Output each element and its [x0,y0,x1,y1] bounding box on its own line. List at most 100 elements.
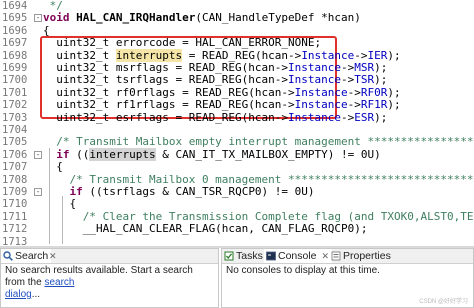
code-token: interrupts [89,147,156,161]
code-token: Instance [294,85,348,99]
code-token: IER [367,48,388,62]
tab-search-label: Search [15,250,49,262]
code-token: RF0R [360,85,388,99]
code-token: void [43,11,70,25]
code-token: uint32_t esrflags = READ_REG(hcan-> [43,110,289,124]
code-line[interactable]: 1713 [0,236,474,246]
fold-toggle-icon[interactable]: - [34,188,42,196]
fold-toggle-icon[interactable]: - [34,14,42,23]
code-line[interactable]: 1712 __HAL_CAN_CLEAR_FLAG(hcan, CAN_FLAG… [0,222,474,236]
search-ellipsis: ... [31,289,41,300]
code-text: void HAL_CAN_IRQHandler(CAN_HandleTypeDe… [43,12,361,24]
code-line[interactable]: 1706- if ((interrupts & CAN_IT_TX_MAILBO… [0,147,474,161]
line-number: 1704 [2,124,28,136]
code-token: -> [354,48,368,62]
line-number: 1697 [2,37,28,50]
code-token: if [56,147,70,161]
properties-icon [331,251,341,261]
code-line[interactable]: 1695- void HAL_CAN_IRQHandler(CAN_HandleT… [0,12,474,25]
code-token: -> [347,98,361,112]
code-token: (( [69,147,90,161]
line-number: 1711 [2,210,28,223]
console-panel-tabbar: Tasks Console ✕ Properties [222,249,473,264]
code-token: ); [374,61,388,74]
line-number: 1707 [2,161,28,174]
line-number: 1698 [2,49,28,62]
code-token: */ [43,0,63,12]
line-number: 1712 [2,223,28,236]
search-link[interactable]: search [44,277,74,288]
code-token: interrupts [115,48,183,62]
line-number: 1701 [2,86,28,99]
line-number: 1708 [2,173,28,186]
line-number: 1706 [2,148,28,161]
code-token: TSR [354,73,375,87]
fold-toggle-icon[interactable]: - [34,150,42,159]
tab-properties-label: Properties [343,250,391,262]
code-text: if ((tsrflags & CAN_TSR_RQCP0) != 0U) [43,185,315,198]
code-token: /* Clear the Transmission Complete flag … [82,209,474,223]
code-token: /* Transmit Mailbox 0 management *******… [69,172,474,186]
code-token: = READ_REG(hcan-> [182,48,302,62]
code-editor[interactable]: 1694 */1695- void HAL_CAN_IRQHandler(CAN_… [0,0,474,246]
tab-search[interactable]: Search [1,249,52,263]
search-panel-tabbar: Search ✕ [1,249,218,264]
code-text: uint32_t esrflags = READ_REG(hcan->Insta… [43,110,388,124]
code-token: MSR [354,61,375,74]
code-token: -> [341,110,355,124]
code-token: __HAL_CAN_CLEAR_FLAG(hcan, CAN_FLAG_RQCP… [43,222,368,236]
tab-tasks[interactable]: Tasks [222,249,266,263]
code-token: ); [374,110,388,124]
code-token: Instance [301,48,355,62]
code-token: { [43,23,50,37]
line-number: 1699 [2,62,28,74]
code-token: Instance [288,73,342,87]
code-token: uint32_t rf0rflags = READ_REG(hcan-> [43,85,295,99]
code-token: -> [341,61,355,74]
code-token: if [69,185,83,198]
tab-console[interactable]: Console ✕ [264,249,332,263]
code-token: ((tsrflags & CAN_TSR_RQCP0) != 0U) [82,185,315,198]
console-panel-body: No consoles to display at this time. [226,265,469,277]
search-icon [3,251,13,261]
code-token: ); [374,73,388,87]
code-token: { [43,197,77,211]
tab-tasks-label: Tasks [236,250,263,262]
code-token: uint32_t errorcode = HAL_CAN_ERROR_NONE; [43,36,322,50]
code-token: & CAN_IT_TX_MAILBOX_EMPTY) != 0U) [155,147,381,161]
line-number: 1703 [2,111,28,124]
close-icon[interactable]: ✕ [321,251,329,261]
tab-console-label: Console [278,250,317,262]
code-token: HAL_CAN_IRQHandler [76,11,196,25]
code-token: RF1R [360,98,388,112]
code-token: uint32_t msrflags = READ_REG(hcan-> [43,61,289,74]
line-number: 1702 [2,99,28,112]
tab-properties[interactable]: Properties [329,249,394,263]
code-token: uint32_t [43,48,116,62]
line-number: 1696 [2,24,28,37]
code-token: -> [347,85,361,99]
search-empty-message: No search results available. Start a sea… [5,265,193,288]
console-empty-message: No consoles to display at this time. [226,265,380,276]
line-number: 1709 [2,186,28,198]
watermark: CSDN @好好学习 [419,299,468,305]
search-panel-body: No search results available. Start a sea… [5,265,214,301]
close-icon[interactable]: ✕ [49,249,57,263]
code-token: ); [387,85,401,99]
code-token: (CAN_HandleTypeDef *hcan) [195,11,361,25]
code-line[interactable]: 1703 uint32_t esrflags = READ_REG(hcan->… [0,110,474,124]
code-token: Instance [288,110,342,124]
search-dialog-link[interactable]: dialog [5,289,32,300]
code-token: -> [341,73,355,87]
tasks-icon [224,251,234,261]
code-token: uint32_t rf1rflags = READ_REG(hcan-> [43,98,295,112]
code-token: Instance [288,61,342,74]
code-token: ); [387,48,401,62]
code-token: ); [387,98,401,112]
line-number: 1710 [2,198,28,211]
code-token: { [43,160,63,174]
code-token: Instance [294,98,348,112]
line-number: 1705 [2,136,28,149]
